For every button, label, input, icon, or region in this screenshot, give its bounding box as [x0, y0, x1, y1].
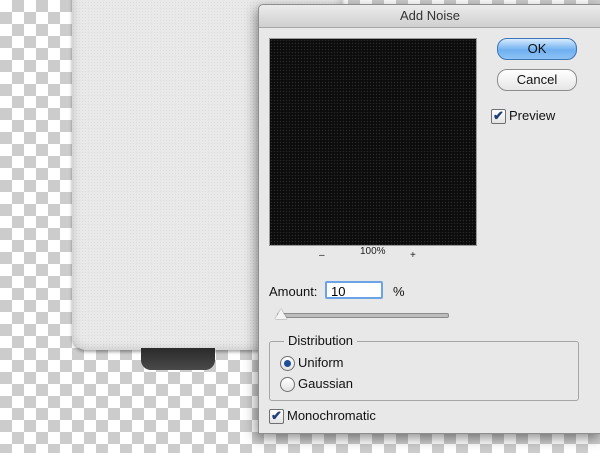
- zoom-in-button[interactable]: +: [410, 250, 416, 261]
- monochromatic-checkbox[interactable]: ✔: [269, 409, 284, 424]
- dialog-title: Add Noise: [259, 5, 600, 28]
- add-noise-dialog: Add Noise – 100% + OK Cancel ✔ Preview A…: [258, 4, 600, 434]
- amount-input[interactable]: 10: [325, 281, 383, 299]
- zoom-out-button[interactable]: –: [319, 250, 325, 261]
- monochromatic-label: Monochromatic: [287, 408, 376, 423]
- cancel-button[interactable]: Cancel: [497, 69, 577, 91]
- amount-unit: %: [393, 284, 405, 299]
- artwork-foot: [141, 348, 215, 370]
- distribution-group: Distribution Uniform Gaussian: [269, 333, 579, 401]
- amount-slider-thumb[interactable]: [275, 309, 287, 319]
- amount-label: Amount:: [269, 284, 318, 299]
- zoom-level: 100%: [360, 246, 386, 257]
- uniform-label: Uniform: [298, 355, 344, 370]
- gaussian-radio[interactable]: [280, 377, 295, 392]
- distribution-title: Distribution: [284, 333, 358, 348]
- preview-checkbox[interactable]: ✔: [491, 109, 506, 124]
- noise-preview[interactable]: [269, 38, 477, 246]
- preview-label: Preview: [509, 108, 556, 123]
- amount-slider-track[interactable]: [277, 313, 449, 318]
- gaussian-label: Gaussian: [298, 376, 353, 391]
- uniform-radio[interactable]: [280, 356, 295, 371]
- ok-button[interactable]: OK: [497, 38, 577, 60]
